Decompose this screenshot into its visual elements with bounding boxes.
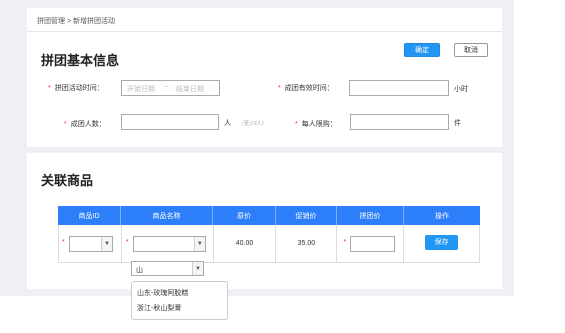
column-header-promo-price: 促销价: [276, 206, 337, 225]
product-option[interactable]: 山东-玫瑰阿胶糕: [132, 286, 227, 301]
actions-cell: 保存: [404, 225, 480, 262]
required-mark: *: [62, 239, 65, 246]
product-search-text: 山: [136, 267, 143, 274]
products-table: 商品ID 商品名称 原价 促销价 拼团价 操作 * ▼ * ▼ 40.00 35…: [58, 206, 480, 263]
product-name-cell: * ▼: [122, 225, 214, 262]
group-price-cell: *: [337, 225, 405, 262]
required-mark: *: [295, 121, 298, 128]
required-mark: *: [64, 121, 67, 128]
required-mark: *: [278, 85, 281, 92]
original-price-cell: 40.00: [214, 225, 277, 262]
basic-info-card: 拼团管理 > 新增拼团活动 拼团基本信息 确定 取消 * 拼团活动时间： 开始日期…: [27, 8, 502, 147]
required-mark: *: [343, 239, 347, 246]
start-date-placeholder: 开始日期: [127, 86, 155, 93]
activity-time-label: * 拼团活动时间：: [48, 85, 104, 92]
end-date-placeholder: 结束日期: [176, 86, 204, 93]
group-size-unit: 人（至少2人）: [224, 120, 267, 127]
related-products-card: 关联商品 商品ID 商品名称 原价 促销价 拼团价 操作 * ▼ * ▼ 40.…: [27, 153, 502, 289]
confirm-button[interactable]: 确定: [404, 43, 440, 57]
product-search-input[interactable]: 山 ▼: [131, 261, 204, 276]
valid-time-unit: 小时: [454, 86, 468, 93]
column-header-product-id: 商品ID: [58, 206, 121, 225]
product-option[interactable]: 浙江-秋山梨膏: [132, 301, 227, 316]
related-products-title: 关联商品: [41, 173, 94, 188]
page-background-bottom: [0, 296, 565, 333]
purchase-limit-label: * 每人限购：: [295, 121, 337, 128]
divider: [27, 31, 502, 32]
valid-time-input[interactable]: [349, 80, 449, 96]
group-size-label: * 成团人数：: [64, 121, 106, 128]
purchase-limit-unit: 件: [454, 120, 461, 127]
group-size-hint: （至少2人）: [239, 121, 267, 127]
table-row: * ▼ * ▼ 40.00 35.00 * 保存: [58, 225, 480, 263]
table-header: 商品ID 商品名称 原价 促销价 拼团价 操作: [58, 206, 480, 225]
chevron-down-icon: ▼: [193, 237, 205, 251]
purchase-limit-input[interactable]: [350, 114, 449, 130]
promo-price-cell: 35.00: [276, 225, 338, 262]
product-id-cell: * ▼: [59, 225, 122, 262]
column-header-actions: 操作: [435, 212, 449, 220]
group-price-input[interactable]: [350, 236, 396, 252]
product-name-select[interactable]: ▼: [132, 236, 206, 252]
required-mark: *: [48, 85, 51, 92]
group-size-input[interactable]: [121, 114, 219, 130]
required-mark: *: [125, 239, 129, 246]
page-background-right: [514, 0, 565, 333]
product-id-select[interactable]: ▼: [69, 236, 113, 252]
chevron-down-icon: ▼: [192, 262, 203, 275]
product-options-list: 山东-玫瑰阿胶糕 浙江-秋山梨膏: [131, 281, 228, 320]
column-header-original-price: 原价: [213, 206, 276, 225]
save-button[interactable]: 保存: [425, 235, 459, 250]
column-header-group-price: 拼团价: [337, 206, 404, 225]
cancel-button[interactable]: 取消: [454, 43, 488, 57]
basic-info-title: 拼团基本信息: [41, 53, 120, 68]
column-header-product-name: 商品名称: [121, 206, 213, 225]
activity-date-range-input[interactable]: 开始日期 ~ 结束日期: [121, 80, 220, 96]
date-separator: ~: [164, 84, 169, 91]
valid-time-label: * 成团有效时间：: [278, 85, 334, 92]
chevron-down-icon: ▼: [101, 237, 112, 251]
breadcrumb: 拼团管理 > 新增拼团活动: [37, 18, 115, 25]
